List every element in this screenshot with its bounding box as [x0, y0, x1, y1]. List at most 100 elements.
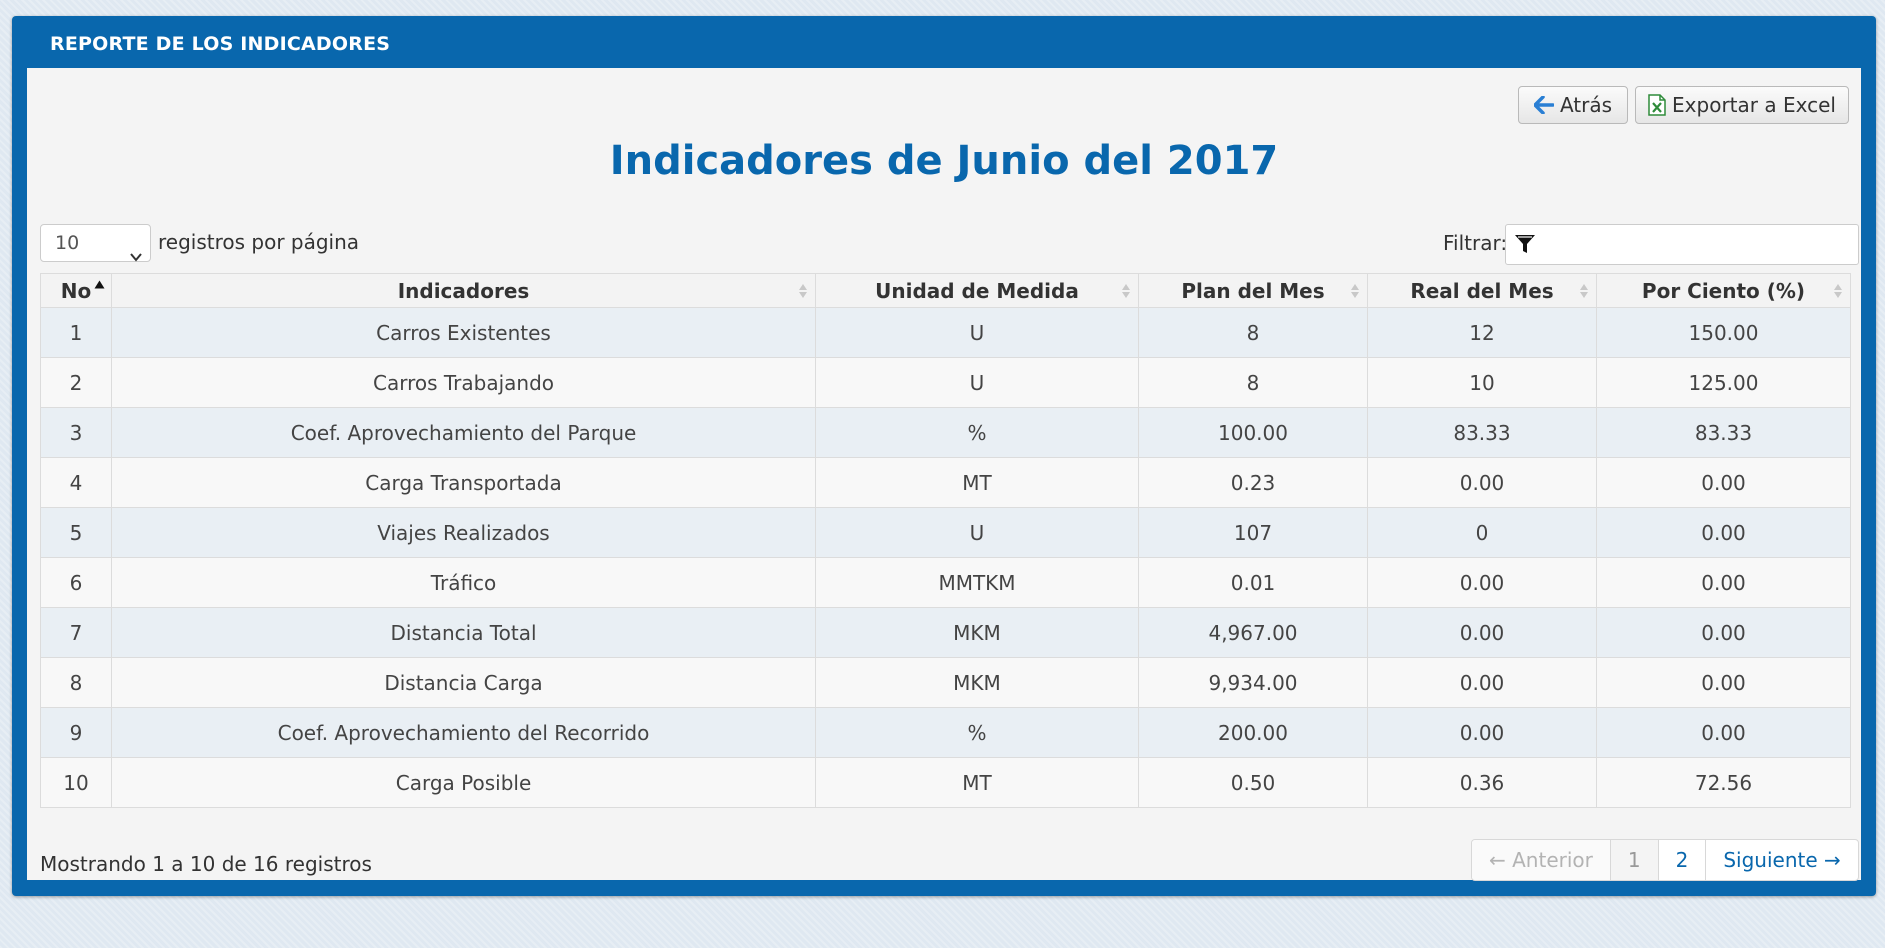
page-1-button[interactable]: 1 — [1609, 840, 1658, 880]
cell-porciento: 0.00 — [1596, 507, 1851, 558]
table-row: 6 Tráfico MMTKM 0.01 0.00 0.00 — [40, 557, 1851, 608]
cell-porciento: 0.00 — [1596, 607, 1851, 658]
cell-unidad: U — [815, 507, 1139, 558]
sort-icon — [1351, 284, 1359, 298]
page-length-select[interactable]: 10 — [40, 224, 151, 262]
cell-porciento: 0.00 — [1596, 657, 1851, 708]
cell-indicador: Carros Trabajando — [111, 357, 816, 408]
chevron-down-icon — [130, 238, 142, 274]
cell-unidad: MKM — [815, 607, 1139, 658]
cell-unidad: MT — [815, 757, 1139, 808]
table-row: 2 Carros Trabajando U 8 10 125.00 — [40, 357, 1851, 408]
table-row: 3 Coef. Aprovechamiento del Parque % 100… — [40, 407, 1851, 458]
page-title: Indicadores de Junio del 2017 — [609, 138, 1279, 184]
cell-porciento: 150.00 — [1596, 307, 1851, 358]
cell-plan: 9,934.00 — [1138, 657, 1368, 708]
cell-porciento: 72.56 — [1596, 757, 1851, 808]
cell-real: 0.36 — [1367, 757, 1597, 808]
cell-unidad: MMTKM — [815, 557, 1139, 608]
cell-unidad: U — [815, 357, 1139, 408]
column-header-plan[interactable]: Plan del Mes — [1138, 273, 1368, 308]
cell-indicador: Viajes Realizados — [111, 507, 816, 558]
pagination: ← Anterior 1 2 Siguiente → — [1471, 839, 1859, 881]
filter-label: Filtrar: — [1443, 231, 1508, 255]
cell-no: 4 — [40, 457, 112, 508]
page-length-label: registros por página — [158, 230, 360, 254]
cell-real: 0.00 — [1367, 657, 1597, 708]
cell-unidad: U — [815, 307, 1139, 358]
next-page-button[interactable]: Siguiente → — [1705, 840, 1857, 880]
cell-indicador: Carga Transportada — [111, 457, 816, 508]
panel-body: Atrás Exportar a Excel Indicadores de Ju… — [27, 68, 1861, 881]
page-2-button[interactable]: 2 — [1657, 840, 1706, 880]
export-button-label: Exportar a Excel — [1672, 93, 1836, 117]
cell-real: 10 — [1367, 357, 1597, 408]
filter-input[interactable] — [1505, 224, 1859, 265]
cell-no: 6 — [40, 557, 112, 608]
sort-icon — [1122, 284, 1130, 298]
cell-no: 2 — [40, 357, 112, 408]
cell-unidad: % — [815, 707, 1139, 758]
cell-no: 9 — [40, 707, 112, 758]
cell-porciento: 83.33 — [1596, 407, 1851, 458]
cell-indicador: Distancia Total — [111, 607, 816, 658]
cell-no: 5 — [40, 507, 112, 558]
table-row: 4 Carga Transportada MT 0.23 0.00 0.00 — [40, 457, 1851, 508]
cell-plan: 8 — [1138, 307, 1368, 358]
cell-porciento: 0.00 — [1596, 557, 1851, 608]
table-row: 5 Viajes Realizados U 107 0 0.00 — [40, 507, 1851, 558]
cell-real: 0.00 — [1367, 457, 1597, 508]
back-button[interactable]: Atrás — [1518, 86, 1628, 124]
column-header-indicadores[interactable]: Indicadores — [111, 273, 816, 308]
cell-real: 12 — [1367, 307, 1597, 358]
column-header-unidad[interactable]: Unidad de Medida — [815, 273, 1139, 308]
table-header-row: No Indicadores Unidad de Medida Plan del… — [40, 273, 1851, 308]
sort-asc-icon — [94, 280, 105, 289]
cell-plan: 100.00 — [1138, 407, 1368, 458]
table-row: 10 Carga Posible MT 0.50 0.36 72.56 — [40, 757, 1851, 808]
cell-plan: 0.50 — [1138, 757, 1368, 808]
cell-no: 10 — [40, 757, 112, 808]
page-length-value: 10 — [55, 232, 80, 254]
cell-porciento: 0.00 — [1596, 457, 1851, 508]
cell-plan: 0.01 — [1138, 557, 1368, 608]
cell-plan: 4,967.00 — [1138, 607, 1368, 658]
sort-icon — [1834, 284, 1842, 298]
table-row: 9 Coef. Aprovechamiento del Recorrido % … — [40, 707, 1851, 758]
sort-icon — [1580, 284, 1588, 298]
cell-no: 8 — [40, 657, 112, 708]
column-header-real[interactable]: Real del Mes — [1367, 273, 1597, 308]
indicators-table: No Indicadores Unidad de Medida Plan del… — [40, 273, 1851, 808]
cell-real: 83.33 — [1367, 407, 1597, 458]
cell-no: 3 — [40, 407, 112, 458]
cell-porciento: 125.00 — [1596, 357, 1851, 408]
export-excel-button[interactable]: Exportar a Excel — [1635, 86, 1849, 124]
cell-real: 0.00 — [1367, 607, 1597, 658]
table-row: 8 Distancia Carga MKM 9,934.00 0.00 0.00 — [40, 657, 1851, 708]
table-info: Mostrando 1 a 10 de 16 registros — [40, 852, 372, 876]
column-header-no[interactable]: No — [40, 273, 112, 308]
cell-indicador: Carga Posible — [111, 757, 816, 808]
prev-page-button[interactable]: ← Anterior — [1472, 840, 1610, 880]
cell-indicador: Carros Existentes — [111, 307, 816, 358]
sort-icon — [799, 284, 807, 298]
cell-real: 0 — [1367, 507, 1597, 558]
cell-indicador: Coef. Aprovechamiento del Recorrido — [111, 707, 816, 758]
cell-plan: 8 — [1138, 357, 1368, 408]
cell-plan: 107 — [1138, 507, 1368, 558]
table-row: 7 Distancia Total MKM 4,967.00 0.00 0.00 — [40, 607, 1851, 658]
table-row: 1 Carros Existentes U 8 12 150.00 — [40, 307, 1851, 358]
cell-no: 7 — [40, 607, 112, 658]
cell-unidad: MT — [815, 457, 1139, 508]
cell-indicador: Coef. Aprovechamiento del Parque — [111, 407, 816, 458]
cell-plan: 200.00 — [1138, 707, 1368, 758]
excel-icon — [1648, 94, 1666, 116]
cell-no: 1 — [40, 307, 112, 358]
back-button-label: Atrás — [1559, 93, 1613, 117]
funnel-icon — [1514, 233, 1536, 259]
cell-real: 0.00 — [1367, 707, 1597, 758]
report-panel: REPORTE DE LOS INDICADORES Atrás Exporta… — [12, 16, 1876, 896]
column-header-porciento[interactable]: Por Ciento (%) — [1596, 273, 1851, 308]
cell-unidad: % — [815, 407, 1139, 458]
cell-real: 0.00 — [1367, 557, 1597, 608]
